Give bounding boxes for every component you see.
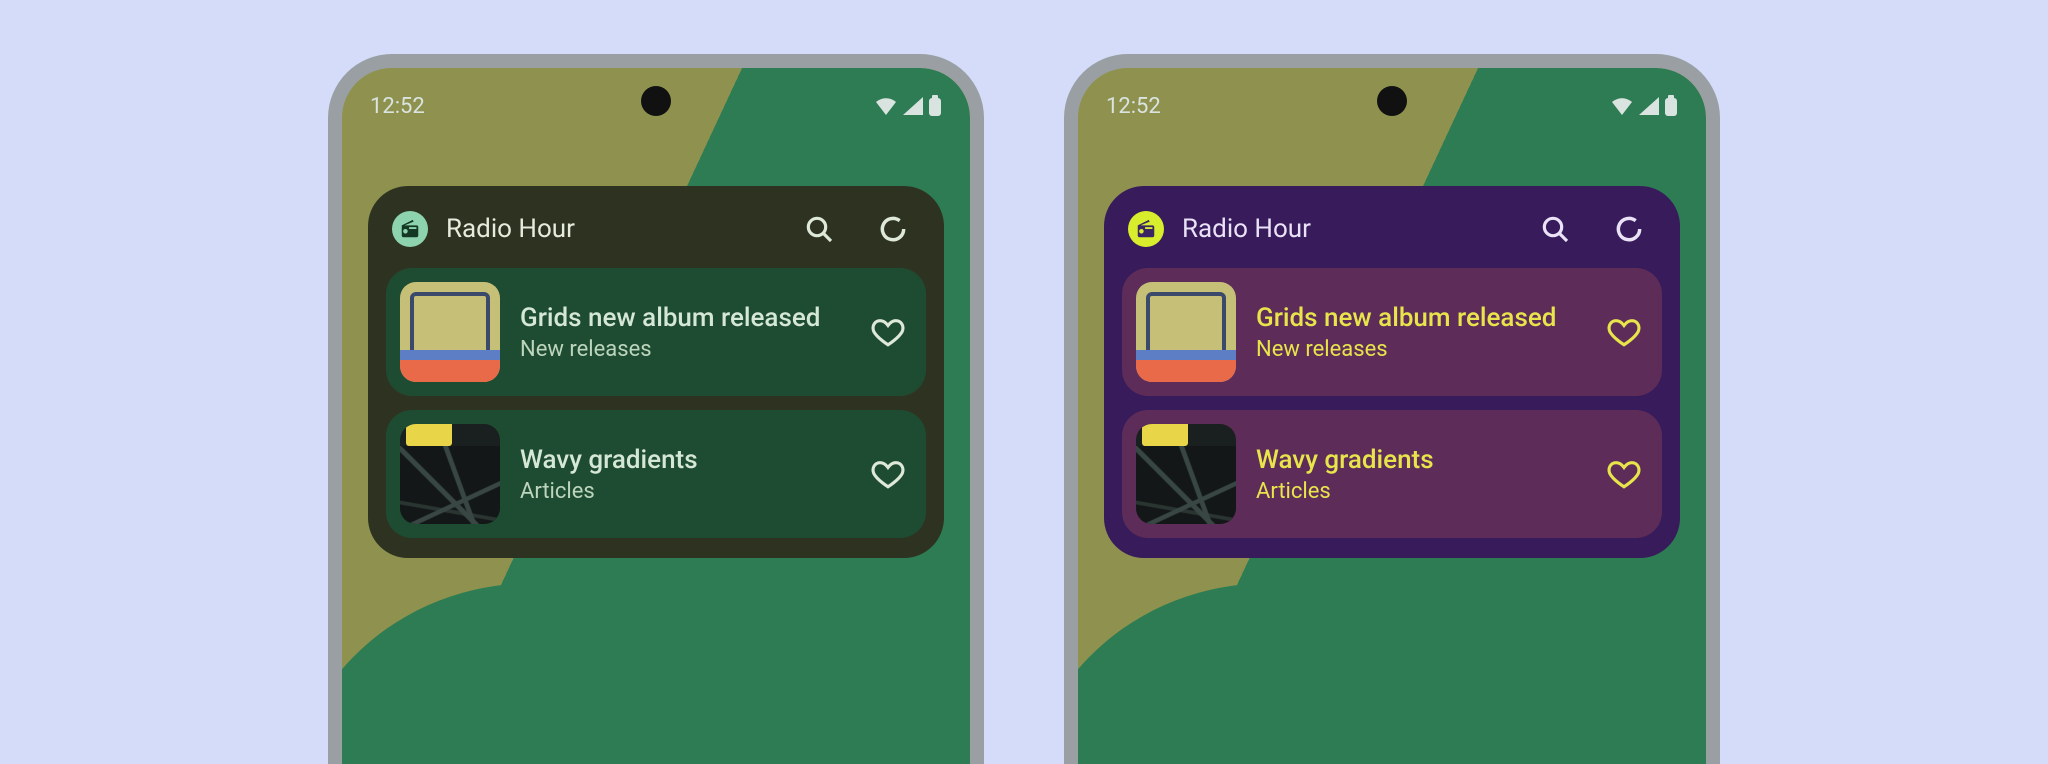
radio-icon bbox=[399, 218, 421, 240]
item-title: Grids new album released bbox=[520, 303, 848, 333]
wifi-icon bbox=[1610, 96, 1634, 116]
widget-header: Radio Hour bbox=[1122, 206, 1662, 268]
search-icon bbox=[803, 213, 835, 245]
item-thumbnail bbox=[1136, 282, 1236, 382]
refresh-button[interactable] bbox=[1610, 210, 1648, 248]
item-thumbnail bbox=[1136, 424, 1236, 524]
radio-icon bbox=[1135, 218, 1157, 240]
camera-cutout bbox=[641, 86, 671, 116]
heart-icon bbox=[1607, 457, 1641, 491]
signal-icon bbox=[902, 96, 924, 116]
refresh-icon bbox=[877, 213, 909, 245]
item-title: Wavy gradients bbox=[520, 445, 848, 475]
heart-icon bbox=[871, 315, 905, 349]
heart-icon bbox=[871, 457, 905, 491]
refresh-button[interactable] bbox=[874, 210, 912, 248]
list-item[interactable]: Grids new album released New releases bbox=[1122, 268, 1662, 396]
item-thumbnail bbox=[400, 424, 500, 524]
list-item[interactable]: Grids new album released New releases bbox=[386, 268, 926, 396]
signal-icon bbox=[1638, 96, 1660, 116]
app-icon-badge[interactable] bbox=[392, 211, 428, 247]
favorite-button[interactable] bbox=[868, 454, 908, 494]
item-subtitle: New releases bbox=[520, 337, 848, 362]
battery-icon bbox=[1664, 95, 1678, 117]
list-item[interactable]: Wavy gradients Articles bbox=[386, 410, 926, 538]
favorite-button[interactable] bbox=[868, 312, 908, 352]
phone-mock-right: 12:52 Radio Hour bbox=[1064, 54, 1720, 764]
heart-icon bbox=[1607, 315, 1641, 349]
item-subtitle: Articles bbox=[520, 479, 848, 504]
phone-mock-left: 12:52 Radio Hour bbox=[328, 54, 984, 764]
search-icon bbox=[1539, 213, 1571, 245]
refresh-icon bbox=[1613, 213, 1645, 245]
battery-icon bbox=[928, 95, 942, 117]
item-title: Grids new album released bbox=[1256, 303, 1584, 333]
status-clock: 12:52 bbox=[1106, 94, 1161, 119]
search-button[interactable] bbox=[1536, 210, 1574, 248]
list-item[interactable]: Wavy gradients Articles bbox=[1122, 410, 1662, 538]
item-title: Wavy gradients bbox=[1256, 445, 1584, 475]
favorite-button[interactable] bbox=[1604, 454, 1644, 494]
wifi-icon bbox=[874, 96, 898, 116]
search-button[interactable] bbox=[800, 210, 838, 248]
item-thumbnail bbox=[400, 282, 500, 382]
camera-cutout bbox=[1377, 86, 1407, 116]
radio-hour-widget[interactable]: Radio Hour Grids new album released New … bbox=[368, 186, 944, 558]
widget-title: Radio Hour bbox=[1182, 214, 1518, 244]
item-subtitle: Articles bbox=[1256, 479, 1584, 504]
app-icon-badge[interactable] bbox=[1128, 211, 1164, 247]
item-subtitle: New releases bbox=[1256, 337, 1584, 362]
favorite-button[interactable] bbox=[1604, 312, 1644, 352]
widget-title: Radio Hour bbox=[446, 214, 782, 244]
status-clock: 12:52 bbox=[370, 94, 425, 119]
widget-header: Radio Hour bbox=[386, 206, 926, 268]
radio-hour-widget[interactable]: Radio Hour Grids new album released New … bbox=[1104, 186, 1680, 558]
